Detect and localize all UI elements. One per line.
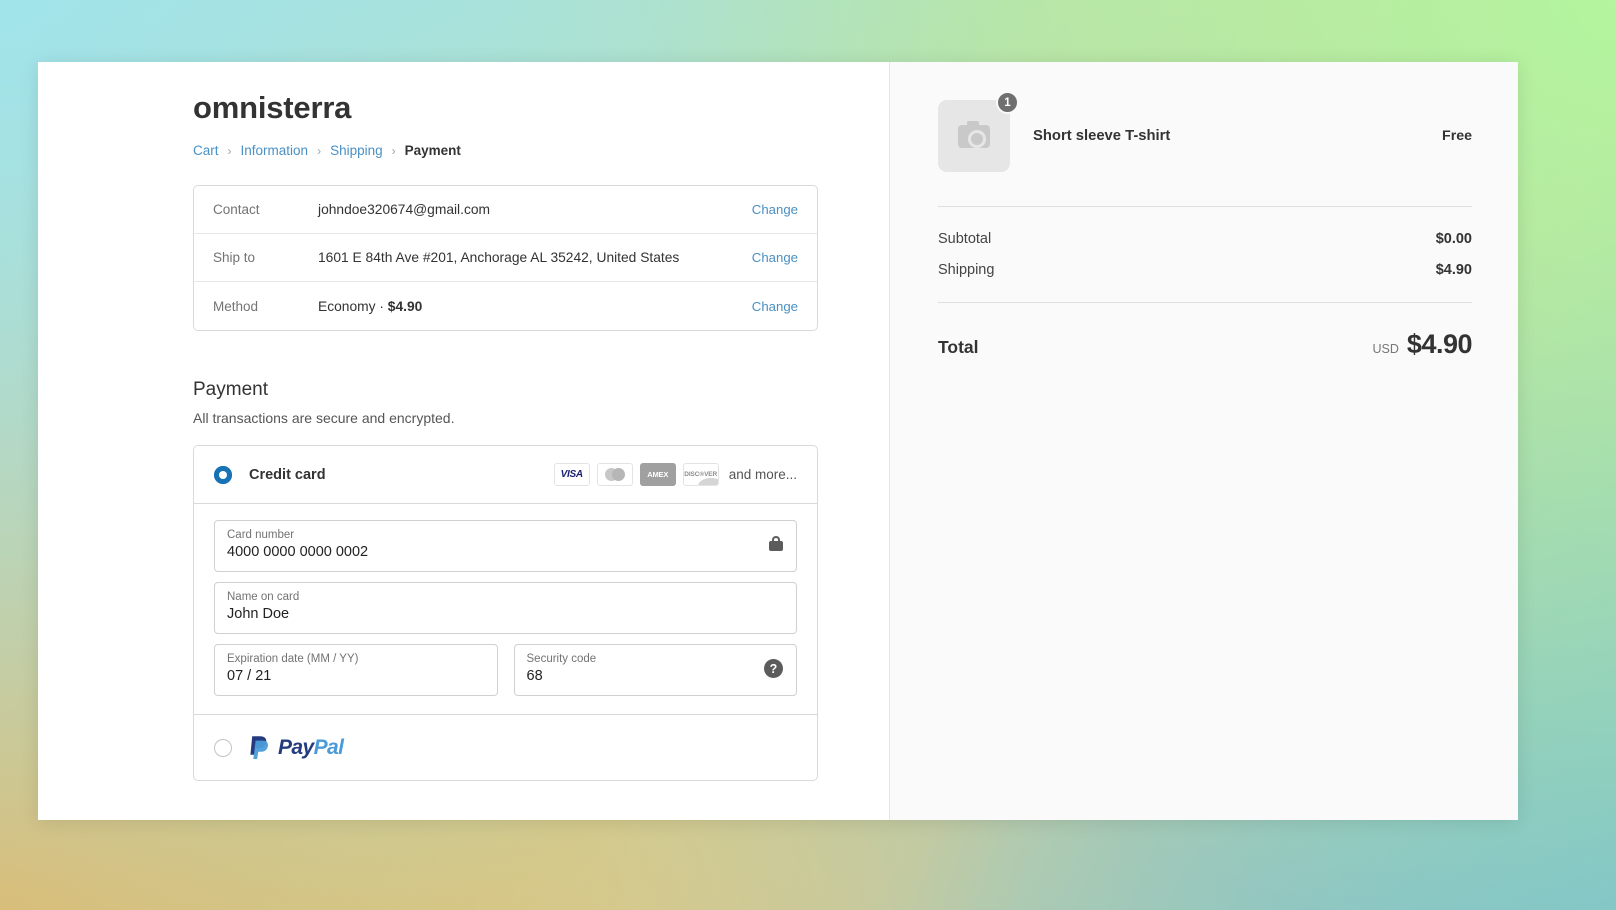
- more-brands-label: and more...: [728, 467, 797, 482]
- security-code-label: Security code: [526, 653, 597, 665]
- paypal-logo: PayPal: [249, 735, 344, 760]
- breadcrumb-item-payment: Payment: [404, 143, 461, 158]
- order-total: Total USD $4.90: [938, 329, 1473, 360]
- breadcrumb: Cart › Information › Shipping › Payment: [193, 143, 889, 158]
- payment-heading: Payment: [193, 379, 268, 400]
- breadcrumb-item-cart[interactable]: Cart: [193, 143, 219, 158]
- subtotal-value: $0.00: [1435, 231, 1472, 247]
- shipping-label: Shipping: [938, 262, 995, 278]
- expiration-date-field[interactable]: Expiration date (MM / YY) 07 / 21: [214, 644, 498, 696]
- payment-option-paypal[interactable]: PayPal: [194, 714, 817, 780]
- line-item: 1 Short sleeve T-shirt Free: [938, 91, 1472, 172]
- review-value-method: Economy · $4.90: [318, 299, 752, 314]
- visa-logo: VISA: [553, 463, 590, 486]
- expiration-date-value: 07 / 21: [227, 668, 272, 685]
- payment-option-credit-card[interactable]: Credit card VISA AMEX DISC®VER and more.…: [194, 446, 817, 504]
- paypal-radio[interactable]: [214, 738, 232, 757]
- total-currency: USD: [1372, 342, 1399, 356]
- checkout-main-pane: omnisterra Cart › Information › Shipping…: [38, 62, 890, 820]
- method-text: Economy ·: [318, 298, 388, 314]
- help-icon[interactable]: ?: [764, 659, 783, 678]
- chevron-right-icon: ›: [391, 143, 396, 158]
- paypal-wordmark: PayPal: [278, 735, 344, 760]
- review-label-contact: Contact: [213, 202, 260, 217]
- total-label: Total: [938, 337, 979, 357]
- card-number-field[interactable]: Card number 4000 0000 0000 0002: [214, 520, 797, 572]
- payment-methods-card: Credit card VISA AMEX DISC®VER and more.…: [193, 445, 818, 781]
- card-number-value: 4000 0000 0000 0002: [227, 544, 369, 561]
- review-row-method: Method Economy · $4.90 Change: [194, 282, 817, 330]
- quantity-badge: 1: [996, 91, 1019, 114]
- card-number-label: Card number: [227, 529, 295, 541]
- security-code-field[interactable]: Security code 68 ?: [513, 644, 797, 696]
- camera-icon: [958, 120, 990, 148]
- chevron-right-icon: ›: [227, 143, 232, 158]
- credit-card-label: Credit card: [249, 466, 326, 483]
- review-value-ship-to: 1601 E 84th Ave #201, Anchorage AL 35242…: [318, 250, 680, 265]
- chevron-right-icon: ›: [317, 143, 322, 158]
- accepted-card-brands: VISA AMEX DISC®VER and more...: [553, 463, 797, 486]
- product-thumbnail: 1: [938, 91, 1019, 172]
- card-expiry-cvv-row: Expiration date (MM / YY) 07 / 21 Securi…: [214, 644, 797, 696]
- credit-card-radio[interactable]: [214, 465, 232, 484]
- expiration-date-label: Expiration date (MM / YY): [227, 653, 359, 665]
- discover-logo: DISC®VER: [682, 463, 719, 486]
- review-row-ship-to: Ship to 1601 E 84th Ave #201, Anchorage …: [194, 234, 817, 282]
- subtotal-label: Subtotal: [938, 231, 992, 247]
- summary-divider-top: [938, 206, 1472, 207]
- order-summary-pane: 1 Short sleeve T-shirt Free Subtotal $0.…: [890, 62, 1518, 820]
- line-item-price: Free: [1442, 128, 1472, 144]
- paypal-mark-icon: [250, 736, 268, 759]
- order-review-card: Contact johndoe320674@gmail.com Change S…: [193, 185, 818, 331]
- checkout-page: omnisterra Cart › Information › Shipping…: [38, 62, 1518, 820]
- credit-card-form: Card number 4000 0000 0000 0002 Name on …: [194, 504, 817, 714]
- breadcrumb-item-shipping[interactable]: Shipping: [330, 143, 383, 158]
- mastercard-logo: [596, 463, 633, 486]
- payment-subheading: All transactions are secure and encrypte…: [193, 410, 455, 426]
- paypal-word-pay: Pay: [278, 735, 314, 759]
- name-on-card-value: John Doe: [227, 606, 290, 623]
- review-label-method: Method: [213, 298, 259, 314]
- review-row-contact: Contact johndoe320674@gmail.com Change: [194, 186, 817, 234]
- review-value-contact: johndoe320674@gmail.com: [318, 202, 491, 217]
- summary-divider-bottom: [938, 302, 1472, 303]
- name-on-card-field[interactable]: Name on card John Doe: [214, 582, 797, 634]
- shipping-value: $4.90: [1435, 262, 1472, 278]
- method-price: $4.90: [387, 298, 423, 314]
- summary-line-subtotal: Subtotal $0.00: [938, 231, 1472, 247]
- security-code-value: 68: [526, 668, 543, 685]
- name-on-card-label: Name on card: [227, 591, 300, 603]
- change-method-link[interactable]: Change: [752, 299, 798, 314]
- lock-icon: [769, 536, 783, 551]
- review-label-ship-to: Ship to: [213, 250, 256, 265]
- change-contact-link[interactable]: Change: [752, 202, 798, 217]
- paypal-word-pal: Pal: [313, 735, 344, 759]
- line-item-name: Short sleeve T-shirt: [1033, 128, 1171, 144]
- breadcrumb-item-information[interactable]: Information: [241, 143, 309, 158]
- change-address-link[interactable]: Change: [752, 250, 798, 265]
- total-value: $4.90: [1406, 329, 1473, 359]
- amex-logo: AMEX: [639, 463, 676, 486]
- summary-line-shipping: Shipping $4.90: [938, 262, 1472, 278]
- page-title: omnisterra: [193, 90, 352, 125]
